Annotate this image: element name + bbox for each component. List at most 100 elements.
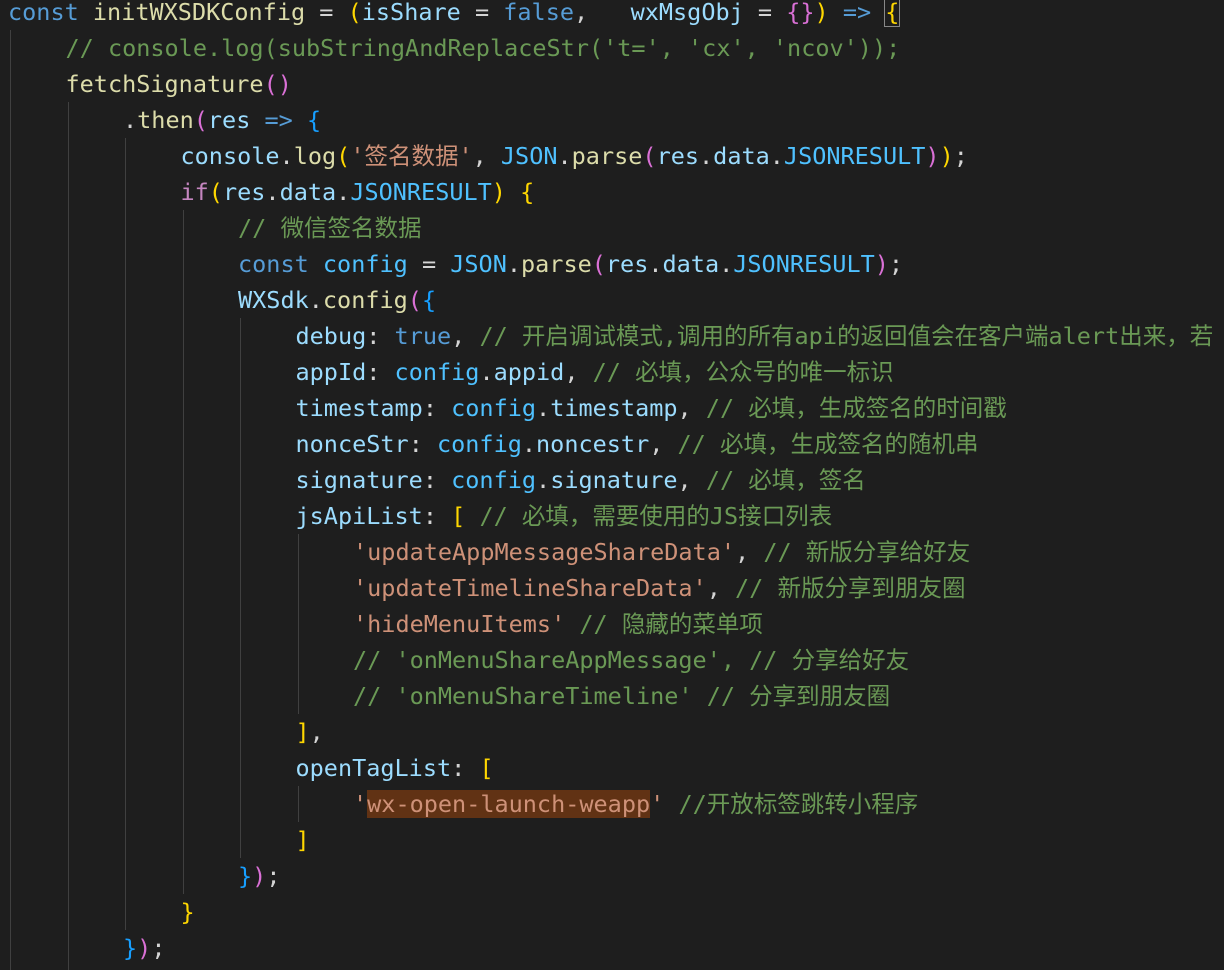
indent-guide	[182, 210, 184, 894]
code-line[interactable]: ]	[296, 822, 310, 858]
code-token: jsApiList	[295, 502, 423, 530]
code-token: wx-open-launch-weapp	[367, 790, 651, 818]
code-token: .	[719, 250, 734, 278]
indent-guide	[297, 786, 299, 822]
code-token: (	[407, 286, 422, 314]
code-token: openTagList	[295, 754, 452, 782]
code-token: // 开启调试模式,调用的所有api的返回值会在客户端alert出来，若	[479, 322, 1214, 350]
code-line[interactable]: 'updateAppMessageShareData', // 新版分享给好友	[353, 534, 970, 570]
code-token: {	[306, 106, 322, 134]
code-token: res	[605, 250, 649, 278]
code-line[interactable]: const config = JSON.parse(res.data.JSONR…	[238, 246, 903, 282]
code-line[interactable]: const initWXSDKConfig = (isShare = false…	[8, 0, 901, 30]
code-line[interactable]: nonceStr: config.noncestr, // 必填，生成签名的随机…	[296, 426, 979, 462]
code-token: .	[279, 142, 294, 170]
code-line[interactable]: signature: config.signature, // 必填，签名	[296, 462, 866, 498]
code-token: (	[642, 142, 657, 170]
code-token: (	[336, 142, 351, 170]
code-token: )	[925, 142, 940, 170]
code-token: config	[451, 394, 537, 422]
code-token: config	[322, 286, 408, 314]
code-token: ;	[266, 862, 281, 890]
code-token: const	[238, 250, 309, 278]
code-token: // 'onMenuShareTimeline' // 分享到朋友圈	[353, 682, 891, 710]
code-token: {	[884, 0, 901, 27]
code-line[interactable]: appId: config.appid, // 必填，公众号的唯一标识	[296, 354, 894, 390]
code-token: :	[366, 358, 395, 386]
code-token: ,	[451, 322, 480, 350]
code-token: ]	[295, 718, 310, 746]
code-token: // 必填，签名	[705, 466, 866, 494]
code-token: .	[521, 430, 537, 458]
code-token: data	[279, 178, 337, 206]
code-token: // 新版分享给好友	[763, 538, 971, 566]
code-token: signature	[295, 466, 423, 494]
code-token: =	[305, 0, 348, 26]
code-token: }	[180, 898, 195, 926]
code-token: ,	[677, 394, 706, 422]
code-token: :	[422, 466, 452, 494]
code-token: wxMsgObj	[630, 0, 744, 26]
code-token: ,	[649, 430, 678, 458]
code-token: // 微信签名数据	[238, 214, 422, 242]
code-token: {}	[786, 0, 815, 26]
indent-guide	[10, 30, 11, 970]
code-line[interactable]: 'wx-open-launch-weapp' //开放标签跳转小程序	[353, 786, 918, 822]
code-line[interactable]: // console.log(subStringAndReplaceStr('t…	[66, 30, 901, 66]
code-line[interactable]: }	[181, 894, 195, 930]
code-token: ,	[472, 142, 501, 170]
code-token: JSONRESULT	[733, 250, 875, 278]
code-token: [	[479, 754, 494, 782]
code-line[interactable]: // 'onMenuShareTimeline' // 分享到朋友圈	[353, 678, 890, 714]
code-editor[interactable]: const initWXSDKConfig = (isShare = false…	[0, 0, 1224, 970]
code-line[interactable]: fetchSignature()	[66, 66, 292, 102]
code-token: ,	[574, 0, 631, 26]
code-line[interactable]: });	[238, 858, 280, 894]
code-token: // 必填，生成签名的时间戳	[705, 394, 1007, 422]
code-token: ;	[953, 142, 968, 170]
code-token: .	[699, 142, 714, 170]
code-token: [	[451, 502, 466, 530]
code-line[interactable]: ],	[296, 714, 324, 750]
code-line[interactable]: // 'onMenuShareAppMessage', // 分享给好友	[353, 642, 909, 678]
code-token: // 必填，公众号的唯一标识	[592, 358, 894, 386]
code-line[interactable]: timestamp: config.timestamp, // 必填，生成签名的…	[296, 390, 1007, 426]
code-token: false	[503, 0, 574, 26]
code-token: // 必填，需要使用的JS接口列表	[479, 502, 833, 530]
code-token: ;	[888, 250, 904, 278]
code-line[interactable]: if(res.data.JSONRESULT) {	[181, 174, 535, 210]
code-line[interactable]: console.log('签名数据', JSON.parse(res.data.…	[181, 138, 968, 174]
code-line[interactable]: debug: true, // 开启调试模式,调用的所有api的返回值会在客户端…	[296, 318, 1214, 354]
code-line[interactable]: // 微信签名数据	[238, 210, 421, 246]
code-token: .	[648, 250, 663, 278]
code-line[interactable]: 'updateTimelineShareData', // 新版分享到朋友圈	[353, 570, 965, 606]
code-token: appId	[295, 358, 367, 386]
code-token: (	[193, 106, 208, 134]
code-token: .	[265, 178, 280, 206]
indent-guide	[67, 102, 69, 970]
code-token: noncestr	[536, 430, 650, 458]
code-token: )	[491, 178, 506, 206]
code-line[interactable]: 'hideMenuItems' // 隐藏的菜单项	[353, 606, 763, 642]
code-line[interactable]: });	[123, 930, 165, 966]
code-line[interactable]: .then(res => {	[123, 102, 321, 138]
code-token: signature	[550, 466, 678, 494]
code-token: ,	[309, 718, 324, 746]
code-token: data	[713, 142, 770, 170]
code-token: res	[207, 106, 251, 134]
code-line[interactable]: WXSdk.config({	[238, 282, 436, 318]
code-token: =	[460, 0, 504, 26]
code-line[interactable]: openTagList: [	[296, 750, 494, 786]
code-token: isShare	[361, 0, 461, 26]
code-token: )	[874, 250, 889, 278]
code-token: fetchSignature	[65, 70, 264, 98]
code-token: true	[394, 322, 452, 350]
code-token: {	[421, 286, 437, 314]
code-token: .	[536, 394, 551, 422]
code-line[interactable]: jsApiList: [ // 必填，需要使用的JS接口列表	[296, 498, 833, 534]
code-token: .	[336, 178, 351, 206]
